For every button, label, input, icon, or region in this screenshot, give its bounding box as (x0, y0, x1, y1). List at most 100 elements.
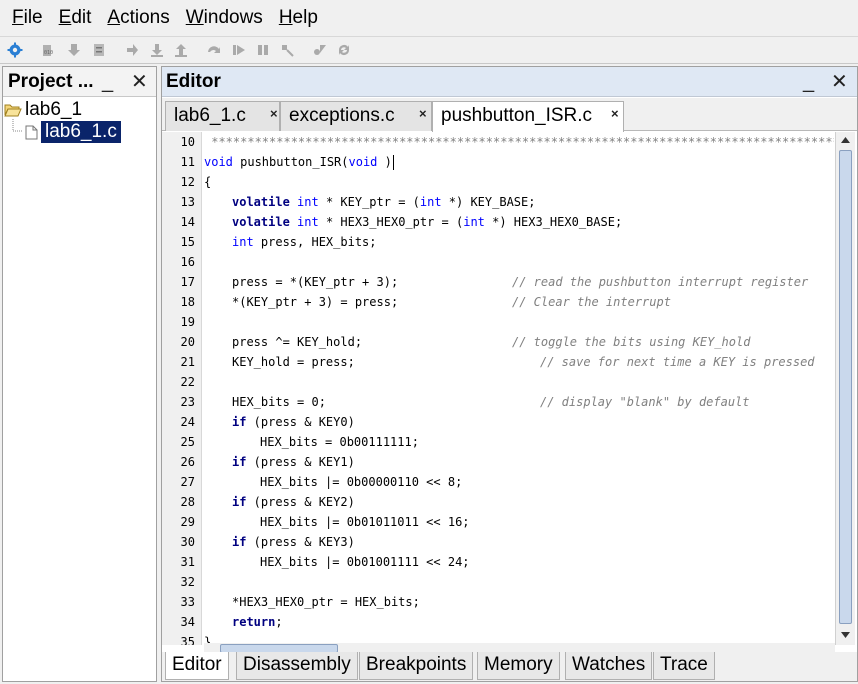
open-folder-icon (4, 104, 22, 117)
line-number: 13 (180, 195, 195, 209)
tab-close-icon[interactable]: × (611, 100, 619, 128)
tree-item-file-label: lab6_1.c (41, 121, 121, 143)
line-number: 30 (180, 535, 195, 549)
code-text: ; (275, 615, 283, 629)
line-number: 10 (180, 135, 195, 149)
tab-close-icon[interactable]: × (270, 100, 278, 128)
code-comment-20: // toggle the bits using KEY_hold (512, 335, 751, 349)
project-close-button[interactable]: ✕ (131, 71, 148, 93)
tab-editor[interactable]: Editor (165, 652, 229, 680)
code-line-26: if (press & KEY1) (232, 455, 355, 469)
code-line-14: volatile int * HEX3_HEX0_ptr = (int *) H… (232, 215, 622, 229)
keyword: volatile (232, 195, 290, 209)
reset-icon[interactable] (279, 42, 295, 58)
vertical-scroll-thumb[interactable] (839, 150, 852, 624)
menu-file[interactable]: File (4, 3, 51, 33)
tab-breakpoints[interactable]: Breakpoints (359, 652, 474, 680)
line-number: 27 (180, 475, 195, 489)
file-tab-exceptions[interactable]: exceptions.c × (280, 101, 432, 131)
code-line-11: void pushbutton_ISR(void ) (204, 155, 394, 170)
program-icon[interactable] (91, 42, 107, 58)
scroll-down-arrow-icon[interactable] (840, 631, 851, 640)
file-tab-label: pushbutton_ISR.c (441, 105, 593, 126)
line-number: 12 (180, 175, 195, 189)
menu-actions[interactable]: Actions (99, 3, 177, 33)
keyword: void (204, 155, 233, 169)
menu-bar: File Edit Actions Windows Help (0, 0, 858, 36)
text-cursor (392, 155, 394, 170)
line-number: 34 (180, 615, 195, 629)
tab-disassembly[interactable]: Disassembly (236, 652, 358, 680)
project-panel-header: Project ... _ ✕ (3, 67, 156, 97)
tree-item-project-root[interactable]: lab6_1 (4, 99, 82, 121)
file-tab-pushbutton-isr[interactable]: pushbutton_ISR.c × (432, 101, 624, 132)
memory-load-icon[interactable]: 010 (41, 42, 57, 58)
keyword: if (232, 495, 247, 509)
step-into-icon[interactable] (149, 42, 165, 58)
line-number: 18 (180, 295, 195, 309)
line-number: 32 (180, 575, 195, 589)
code-comment-17: // read the pushbutton interrupt registe… (512, 275, 809, 289)
menu-help[interactable]: Help (271, 3, 326, 33)
menu-windows-label: indows (203, 7, 263, 28)
vertical-scrollbar[interactable] (835, 132, 855, 645)
keyword: int (297, 195, 319, 209)
line-number: 28 (180, 495, 195, 509)
editor-panel-header: Editor _ ✕ (162, 67, 857, 97)
code-comment-23: // display "blank" by default (540, 395, 750, 409)
tab-close-icon[interactable]: × (419, 100, 427, 128)
step-over-icon[interactable] (206, 42, 222, 58)
code-text: * KEY_ptr = ( (318, 195, 420, 209)
file-icon (25, 125, 38, 139)
file-tab-bar: lab6_1.c × exceptions.c × pushbutton_ISR… (162, 98, 857, 132)
tab-memory[interactable]: Memory (477, 652, 560, 680)
step-out-icon[interactable] (173, 42, 189, 58)
menu-edit-mnemonic: E (58, 7, 72, 28)
code-editor[interactable]: 10 11 12 13 14 15 16 17 18 19 20 21 22 23 24 25 26 27 28 29… (162, 132, 834, 645)
code-line-25: HEX_bits = 0b00111111; (260, 435, 419, 449)
download-icon[interactable] (66, 42, 82, 58)
code-line-30: if (press & KEY3) (232, 535, 355, 549)
editor-close-button[interactable]: ✕ (831, 71, 848, 93)
svg-text:010: 010 (44, 50, 53, 56)
menu-edit-label: dit (71, 7, 92, 28)
menu-windows[interactable]: Windows (178, 3, 271, 33)
breakpoint-icon[interactable] (312, 42, 328, 58)
bottom-tab-bar: Editor Disassembly Breakpoints Memory Wa… (162, 652, 857, 681)
line-number: 11 (180, 155, 195, 169)
project-minimize-button[interactable]: _ (102, 71, 113, 93)
line-number: 17 (180, 275, 195, 289)
editor-panel: Editor _ ✕ lab6_1.c × exceptions.c × pus… (161, 66, 858, 682)
run-icon[interactable] (231, 42, 247, 58)
line-number: 24 (180, 415, 195, 429)
tree-item-file[interactable]: lab6_1.c (25, 121, 121, 143)
tab-watches[interactable]: Watches (565, 652, 653, 680)
line-number: 25 (180, 435, 195, 449)
menu-edit[interactable]: Edit (51, 3, 100, 33)
scroll-up-arrow-icon[interactable] (840, 135, 851, 144)
keyword: if (232, 535, 247, 549)
code-line-34: return; (232, 615, 283, 629)
line-number: 23 (180, 395, 195, 409)
settings-gear-icon[interactable] (7, 42, 23, 58)
continue-icon[interactable] (124, 42, 140, 58)
keyword: int (419, 195, 442, 209)
editor-minimize-button[interactable]: _ (803, 71, 814, 93)
menu-file-label: ile (23, 7, 43, 28)
file-tab-label: lab6_1.c (174, 105, 246, 126)
menu-file-mnemonic: F (12, 7, 24, 28)
line-number: 16 (180, 255, 195, 269)
code-text: * HEX3_HEX0_ptr = ( (318, 215, 464, 229)
code-text: pushbutton_ISR( (232, 155, 349, 169)
line-number: 29 (180, 515, 195, 529)
line-number: 21 (180, 355, 195, 369)
refresh-icon[interactable] (336, 42, 352, 58)
tab-trace[interactable]: Trace (653, 652, 715, 680)
file-tab-lab6-1[interactable]: lab6_1.c × (165, 101, 280, 131)
menu-windows-mnemonic: W (185, 7, 204, 28)
keyword: int (297, 215, 319, 229)
pause-icon[interactable] (255, 42, 271, 58)
line-number: 15 (180, 235, 195, 249)
tree-connector-line (12, 119, 23, 132)
line-number: 33 (180, 595, 195, 609)
